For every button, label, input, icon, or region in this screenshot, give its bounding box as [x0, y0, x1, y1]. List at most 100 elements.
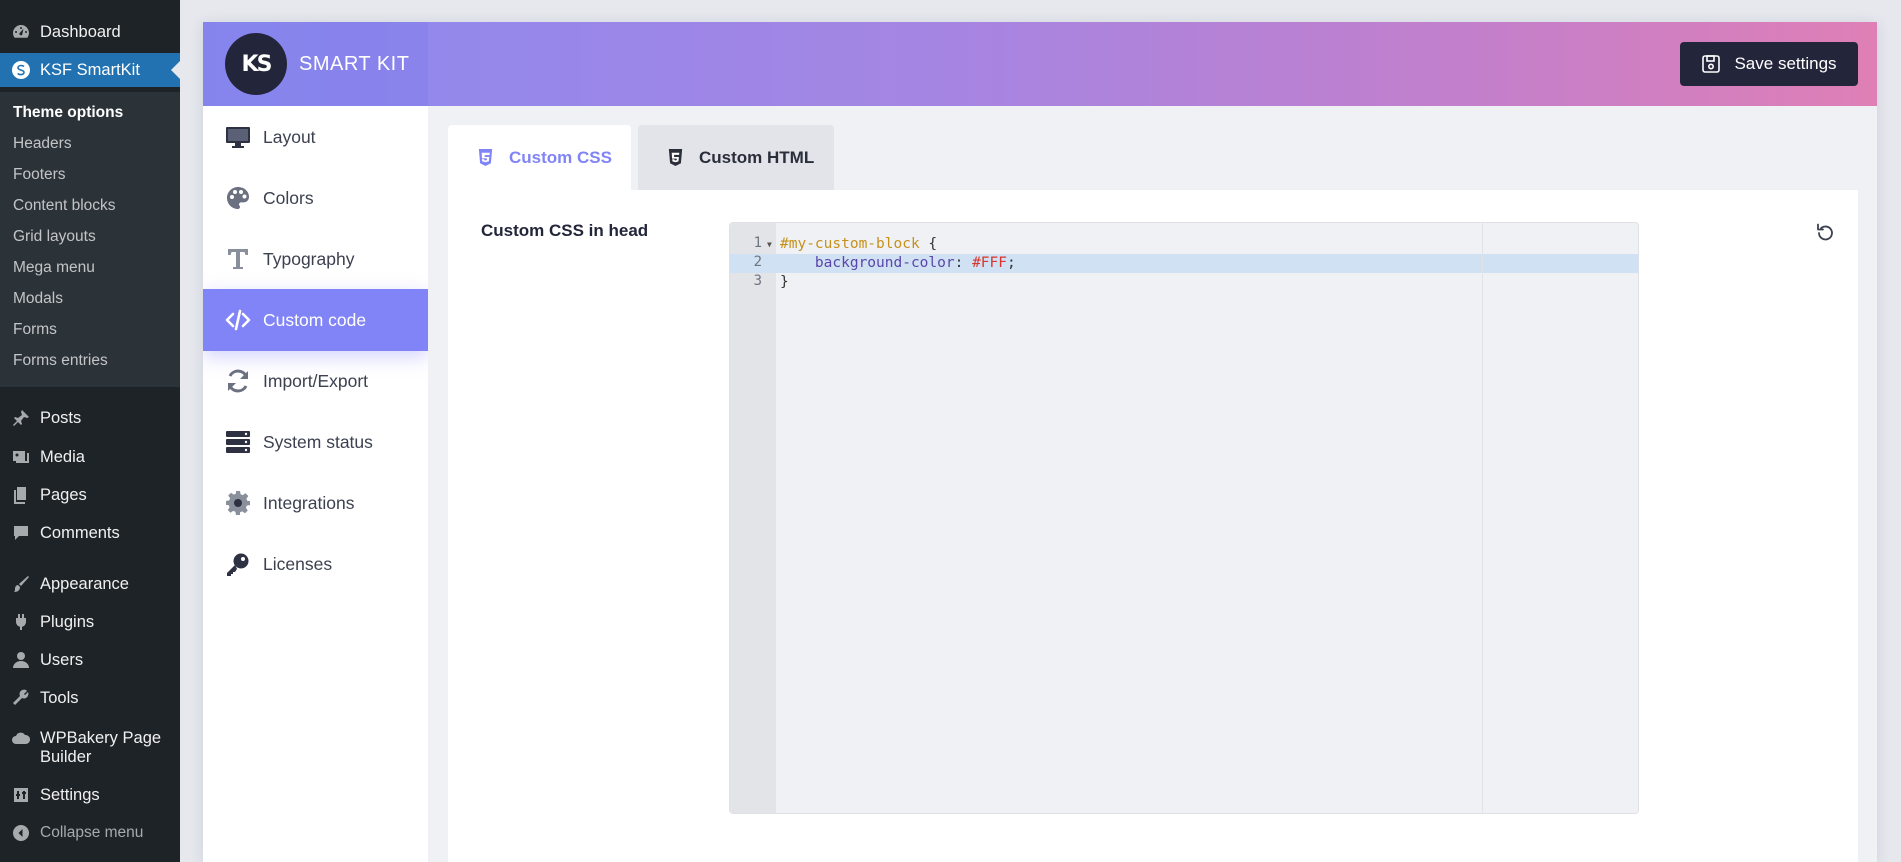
wp-admin-sidebar: Dashboard KSF SmartKit Theme options Hea…	[0, 0, 180, 862]
wp-menu-tools[interactable]: Tools	[0, 681, 180, 715]
wpbakery-label-line2: Builder	[40, 748, 92, 766]
nav-item-licenses[interactable]: Licenses	[203, 533, 428, 595]
tab-custom-html-label: Custom HTML	[699, 147, 815, 167]
collapse-arrow-icon	[10, 823, 32, 843]
paintbrush-icon	[10, 574, 32, 594]
wp-menu-pages-label: Pages	[40, 485, 87, 504]
brand-name: SMART KIT	[299, 52, 410, 75]
css-property: background-color	[814, 255, 955, 271]
palette-icon	[225, 185, 251, 211]
wp-menu-pages[interactable]: Pages	[0, 478, 180, 512]
nav-item-custom-code[interactable]: Custom code	[203, 289, 428, 351]
code-icon	[225, 307, 251, 333]
key-icon	[225, 551, 251, 577]
floppy-disk-icon	[1702, 55, 1721, 73]
css-close-brace: }	[780, 274, 789, 290]
line-number: 3	[753, 273, 762, 289]
line-number: 1	[753, 235, 762, 251]
submenu-grid-layouts[interactable]: Grid layouts	[13, 228, 96, 246]
wp-menu-dashboard-label: Dashboard	[40, 22, 121, 41]
css-colon: :	[954, 255, 973, 271]
wp-collapse-menu[interactable]: Collapse menu	[0, 816, 180, 850]
wp-menu-wpbakery[interactable]: WPBakery Page Builder	[0, 729, 180, 773]
settings-sliders-icon	[10, 785, 32, 805]
smartkit-logo: KS	[225, 33, 287, 95]
submenu-theme-options[interactable]: Theme options	[13, 104, 123, 122]
pushpin-icon	[10, 408, 32, 428]
nav-item-system-status[interactable]: System status	[203, 411, 428, 473]
submenu-content-blocks[interactable]: Content blocks	[13, 197, 116, 215]
submenu-modals[interactable]: Modals	[13, 290, 63, 308]
wp-menu-comments[interactable]: Comments	[0, 516, 180, 550]
cloud-icon	[10, 729, 32, 749]
wp-menu-plugins-label: Plugins	[40, 612, 95, 631]
css-semicolon: ;	[1007, 255, 1016, 271]
submenu-forms-entries[interactable]: Forms entries	[13, 352, 108, 370]
wp-menu-appearance-label: Appearance	[40, 574, 129, 593]
monitor-icon	[225, 124, 251, 150]
settings-nav: Layout Colors Typography Custom code Imp…	[203, 106, 428, 862]
css-selector: #my-custom-block	[780, 236, 920, 252]
wp-menu-appearance[interactable]: Appearance	[0, 567, 180, 601]
reset-icon[interactable]	[1814, 222, 1836, 244]
brand: KS SMART KIT	[203, 22, 428, 106]
submenu-footers[interactable]: Footers	[13, 166, 66, 184]
nav-item-label: Typography	[263, 248, 355, 269]
nav-item-integrations[interactable]: Integrations	[203, 472, 428, 534]
media-icon	[10, 447, 32, 467]
wp-menu-users[interactable]: Users	[0, 643, 180, 677]
wp-menu-posts-label: Posts	[40, 408, 82, 427]
wp-smartkit-submenu: Theme options Headers Footers Content bl…	[0, 92, 180, 387]
nav-item-colors[interactable]: Colors	[203, 167, 428, 229]
custom-css-tab-panel: Custom CSS in head 1 ▼ 2 3 #my-custom-bl…	[448, 190, 1858, 862]
css-open-brace: {	[919, 236, 938, 252]
tab-custom-html[interactable]: Custom HTML	[638, 125, 834, 190]
pages-icon	[10, 485, 32, 505]
code-line-2: background-color: #FFF;	[780, 254, 1016, 273]
fold-arrow-icon[interactable]: ▼	[767, 240, 772, 249]
wp-menu-plugins[interactable]: Plugins	[0, 605, 180, 639]
editor-gutter	[730, 223, 776, 813]
wp-menu-settings[interactable]: Settings	[0, 778, 180, 812]
wp-menu-posts[interactable]: Posts	[0, 401, 180, 435]
submenu-mega-menu[interactable]: Mega menu	[13, 259, 95, 277]
line-number: 2	[753, 254, 762, 270]
nav-item-label: Layout	[263, 126, 316, 147]
content-area: Custom CSS Custom HTML Custom CSS in hea…	[428, 106, 1877, 862]
submenu-forms[interactable]: Forms	[13, 321, 57, 339]
code-line-3: }	[780, 273, 789, 292]
wp-menu-tools-label: Tools	[40, 688, 79, 707]
server-icon	[225, 429, 251, 455]
wp-collapse-menu-label: Collapse menu	[40, 824, 144, 841]
user-icon	[10, 650, 32, 670]
sync-icon	[225, 368, 251, 394]
nav-item-label: Import/Export	[263, 370, 369, 391]
submenu-headers[interactable]: Headers	[13, 135, 72, 153]
typography-icon	[225, 246, 251, 272]
css-code-editor[interactable]: 1 ▼ 2 3 #my-custom-block { background-co…	[729, 222, 1639, 814]
wp-menu-comments-label: Comments	[40, 523, 120, 542]
nav-item-label: Licenses	[263, 553, 333, 574]
smartkit-panel: KS SMART KIT Save settings Layout Colors…	[203, 22, 1877, 862]
save-settings-button[interactable]: Save settings	[1680, 42, 1858, 86]
nav-item-layout[interactable]: Layout	[203, 106, 428, 168]
tab-custom-css[interactable]: Custom CSS	[448, 125, 631, 190]
print-margin	[1482, 223, 1483, 813]
wp-menu-dashboard[interactable]: Dashboard	[0, 15, 180, 49]
nav-item-import-export[interactable]: Import/Export	[203, 350, 428, 412]
nav-item-label: Integrations	[263, 492, 355, 513]
nav-item-typography[interactable]: Typography	[203, 228, 428, 290]
code-line-1: #my-custom-block {	[780, 235, 937, 254]
wp-menu-smartkit[interactable]: KSF SmartKit	[0, 53, 180, 87]
tab-custom-css-label: Custom CSS	[509, 147, 612, 167]
nav-item-label: Colors	[263, 187, 314, 208]
wp-menu-wpbakery-label: WPBakery Page Builder	[40, 729, 161, 767]
smartkit-s-icon	[10, 60, 32, 80]
dashboard-icon	[10, 22, 32, 42]
panel-header: KS SMART KIT Save settings	[203, 22, 1877, 106]
css3-icon	[478, 148, 493, 167]
wp-menu-media[interactable]: Media	[0, 440, 180, 474]
wrench-icon	[10, 688, 32, 708]
wp-menu-media-label: Media	[40, 447, 85, 466]
